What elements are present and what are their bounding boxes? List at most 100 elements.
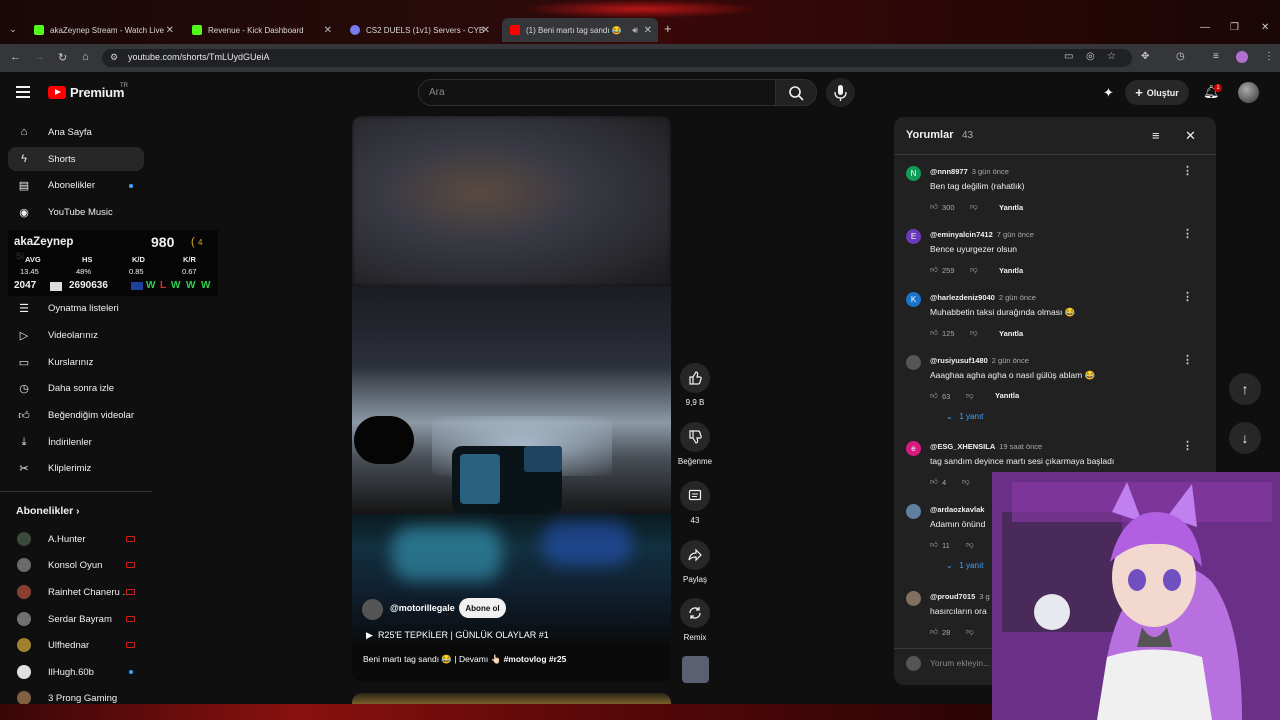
sidebar-item-home[interactable]: ⌂ Ana Sayfa — [8, 120, 144, 144]
close-window-icon[interactable]: ✕ — [1261, 22, 1269, 33]
channel-name[interactable]: @motorillegale — [390, 603, 455, 613]
menu-dots-icon[interactable]: ⋮ — [1264, 51, 1274, 62]
comment-like[interactable]: 👍︎ 300 — [930, 202, 955, 212]
browser-tab-1[interactable]: akaZeynep Stream - Watch Live ✕ — [26, 18, 180, 42]
commenter-avatar[interactable] — [906, 591, 921, 606]
new-tab-icon[interactable]: + — [664, 21, 672, 36]
eye-off-icon[interactable]: ◎ — [1086, 51, 1095, 62]
subscription-item[interactable]: Rainhet Chaneru ... — [8, 580, 144, 604]
account-avatar[interactable] — [1238, 82, 1259, 103]
site-info-icon[interactable]: ⚙ — [110, 52, 118, 63]
install-icon[interactable]: ▭ — [1064, 51, 1073, 62]
search-button[interactable] — [775, 79, 817, 106]
comment-like[interactable]: 👍︎ 4 — [930, 477, 946, 487]
reply-button[interactable]: Yanıtla — [999, 266, 1023, 275]
sidebar-item-liked[interactable]: 👍︎ Beğendiğim videolar — [8, 403, 144, 427]
subscription-item[interactable]: A.Hunter — [8, 527, 144, 551]
commenter-avatar[interactable] — [906, 504, 921, 519]
extensions-icon[interactable]: ✥ — [1141, 51, 1149, 62]
back-icon[interactable]: ← — [10, 51, 21, 63]
view-replies-button[interactable]: ⌄ 1 yanıt — [946, 561, 983, 570]
comment-author[interactable]: @nnn8977 3 gün önce — [930, 167, 1009, 176]
browser-tab-2[interactable]: Revenue - Kick Dashboard ✕ — [184, 18, 338, 42]
comment-author[interactable]: @ardaozkavlak — [930, 505, 988, 514]
home-browser-icon[interactable]: ⌂ — [82, 51, 89, 63]
remix-button[interactable] — [680, 598, 710, 628]
sound-thumbnail[interactable] — [682, 656, 709, 683]
subscribe-button[interactable]: Abone ol — [459, 598, 506, 618]
comment-like[interactable]: 👍︎ 259 — [930, 265, 955, 275]
comment-like[interactable]: 👍︎ 11 — [930, 540, 950, 550]
commenter-avatar[interactable]: K — [906, 292, 921, 307]
commenter-avatar[interactable]: e — [906, 441, 921, 456]
sidebar-item-downloads[interactable]: ⤓ İndirilenler — [8, 430, 144, 454]
thumb-down-icon[interactable]: 👎︎ — [970, 202, 978, 212]
comment-author[interactable]: @harlezdeniz9040 2 gün önce — [930, 293, 1036, 302]
previous-short-button[interactable]: ↑ — [1229, 373, 1261, 405]
hamburger-menu-icon[interactable] — [16, 86, 30, 98]
subscription-item[interactable]: IlHugh.60b — [8, 660, 144, 684]
sidebar-item-music[interactable]: ◉ YouTube Music — [8, 200, 144, 224]
sort-icon[interactable]: ≡ — [1152, 128, 1160, 143]
thumb-down-icon[interactable]: 👎︎ — [966, 391, 974, 401]
voice-search-button[interactable] — [826, 78, 855, 107]
reply-button[interactable]: Yanıtla — [995, 391, 1019, 400]
minimize-icon[interactable]: — — [1200, 22, 1210, 33]
ai-sparkle-icon[interactable]: ✦ — [1103, 85, 1114, 101]
more-vert-icon[interactable]: ⋮ — [1182, 164, 1193, 177]
thumb-down-icon[interactable]: 👎︎ — [970, 265, 978, 275]
shorts-video-player[interactable] — [352, 116, 671, 682]
share-button[interactable] — [680, 540, 710, 570]
commenter-avatar[interactable]: E — [906, 229, 921, 244]
close-tab-icon[interactable]: ✕ — [166, 25, 174, 36]
commenter-avatar[interactable] — [906, 355, 921, 370]
speaker-icon[interactable]: 🔊︎ — [632, 25, 638, 36]
caption-tags[interactable]: #motovlog #r25 — [504, 654, 567, 664]
create-button[interactable]: + Oluştur — [1125, 80, 1189, 105]
comment-like[interactable]: 👍︎ 28 — [930, 627, 950, 637]
comment-author[interactable]: @rusiyusuf1480 2 gün önce — [930, 356, 1029, 365]
more-vert-icon[interactable]: ⋮ — [1182, 439, 1193, 452]
comments-button[interactable] — [680, 481, 710, 511]
comment-author[interactable]: @ESG_XHENSILA 19 saat önce — [930, 442, 1042, 451]
sidebar-item-subscriptions[interactable]: ▤ Abonelikler — [8, 173, 144, 197]
dislike-button[interactable] — [680, 422, 710, 452]
subscription-item[interactable]: Ulfhednar — [8, 633, 144, 657]
sidebar-item-clips[interactable]: ✂ Kliplerimiz — [8, 456, 144, 480]
reload-icon[interactable]: ↻ — [58, 51, 67, 64]
forward-icon[interactable]: → — [34, 51, 45, 63]
sidebar-item-watch-later[interactable]: ◷ Daha sonra izle — [8, 376, 144, 400]
close-tab-icon[interactable]: ✕ — [482, 25, 490, 36]
thumb-down-icon[interactable]: 👎︎ — [962, 477, 970, 487]
reply-button[interactable]: Yanıtla — [999, 329, 1023, 338]
comment-input[interactable]: Yorum ekleyin... — [930, 658, 990, 668]
media-icon[interactable]: ≡ — [1213, 51, 1219, 62]
comment-like[interactable]: 👍︎ 63 — [930, 391, 950, 401]
maximize-icon[interactable]: ❐ — [1230, 22, 1239, 33]
sidebar-item-courses[interactable]: ▭ Kurslarınız — [8, 350, 144, 374]
more-vert-icon[interactable]: ⋮ — [1182, 227, 1193, 240]
star-icon[interactable]: ☆ — [1107, 51, 1116, 62]
tab-search-icon[interactable]: ⌄ — [4, 20, 22, 38]
thumb-down-icon[interactable]: 👎︎ — [966, 627, 974, 637]
history-icon[interactable]: ◷ — [1176, 51, 1185, 62]
next-short-button[interactable]: ↓ — [1229, 422, 1261, 454]
sidebar-item-your-videos[interactable]: ▷ Videolarınız — [8, 323, 144, 347]
profile-icon[interactable] — [1236, 51, 1248, 63]
comment-author[interactable]: @eminyalcin7412 7 gün önce — [930, 230, 1034, 239]
more-vert-icon[interactable]: ⋮ — [1182, 290, 1193, 303]
sidebar-item-playlists[interactable]: ☰ Oynatma listeleri — [8, 296, 144, 320]
commenter-avatar[interactable]: N — [906, 166, 921, 181]
youtube-logo[interactable]: Premium TR — [48, 83, 128, 100]
more-vert-icon[interactable]: ⋮ — [1182, 353, 1193, 366]
search-input[interactable] — [418, 79, 776, 106]
browser-tab-3[interactable]: CS2 DUELS (1v1) Servers - CYB ✕ — [342, 18, 496, 42]
comment-like[interactable]: 👍︎ 125 — [930, 328, 955, 338]
subscriptions-heading[interactable]: Abonelikler › — [16, 505, 79, 517]
playlist-link[interactable]: ▶ R25'E TEPKİLER | GÜNLÜK OLAYLAR #1 — [366, 630, 549, 641]
channel-avatar[interactable] — [362, 599, 383, 620]
close-tab-icon[interactable]: ✕ — [324, 25, 332, 36]
thumb-down-icon[interactable]: 👎︎ — [970, 328, 978, 338]
reply-button[interactable]: Yanıtla — [999, 203, 1023, 212]
comment-author[interactable]: @proud7015 3 g — [930, 592, 990, 601]
